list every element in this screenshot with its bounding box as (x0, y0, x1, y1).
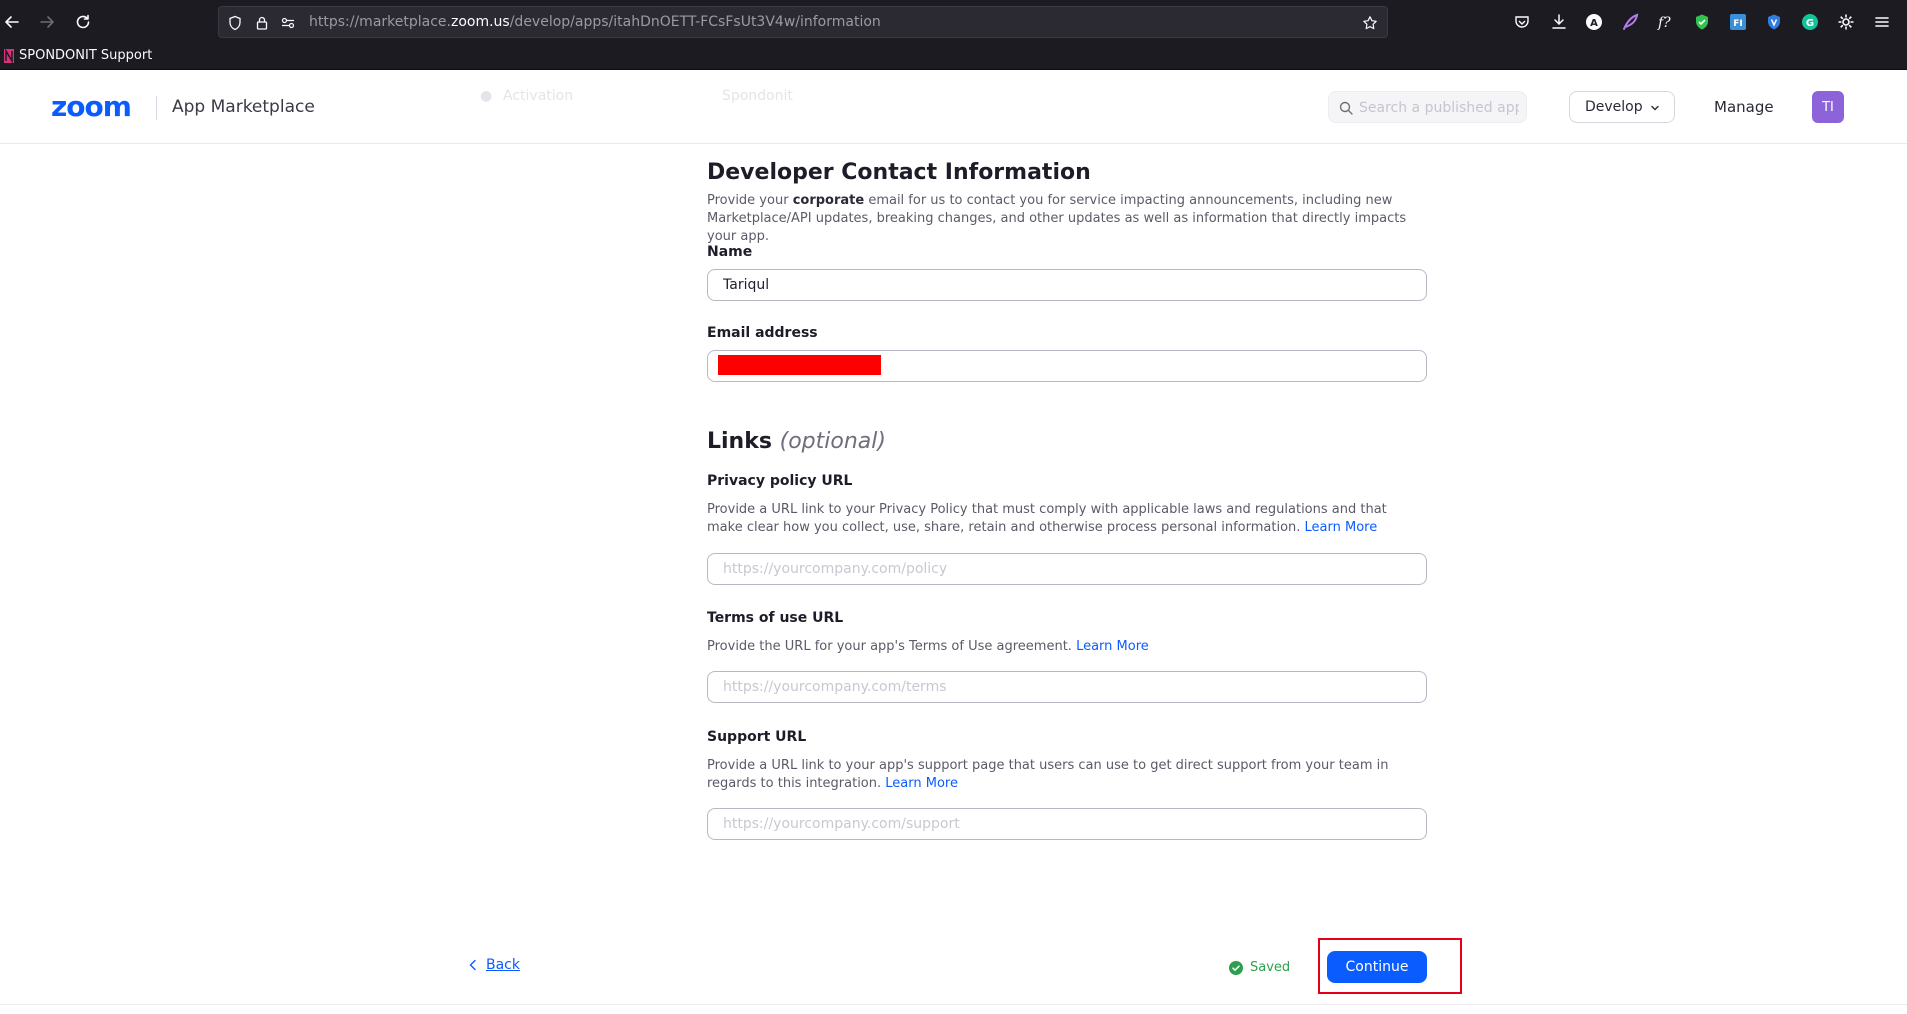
support-learn-more-link[interactable]: Learn More (885, 776, 958, 791)
svg-text:G: G (1806, 18, 1814, 29)
terms-of-use-label: Terms of use URL (707, 610, 844, 626)
search-input[interactable] (1359, 97, 1519, 119)
permissions-icon[interactable] (280, 15, 296, 31)
forward-arrow-icon[interactable] (37, 12, 57, 32)
bookmark-favicon-icon[interactable] (4, 49, 14, 63)
bookmark-star-icon[interactable] (1362, 15, 1378, 31)
manage-link[interactable]: Manage (1714, 98, 1774, 116)
back-label: Back (486, 957, 520, 973)
footer-divider (0, 1004, 1907, 1005)
contact-description: Provide your corporate email for us to c… (707, 193, 1407, 244)
search-icon (1339, 101, 1353, 115)
ghost-step-spondonit: Spondonit (722, 88, 793, 104)
app-marketplace-title[interactable]: App Marketplace (172, 97, 315, 117)
url-text[interactable]: https://marketplace.zoom.us/develop/apps… (309, 14, 881, 30)
svg-text:A: A (1590, 18, 1598, 29)
user-avatar[interactable]: TI (1812, 91, 1844, 123)
privacy-policy-description: Provide a URL link to your Privacy Polic… (707, 502, 1387, 535)
chevron-left-icon (469, 959, 476, 971)
email-redaction (718, 355, 881, 375)
address-bar[interactable]: https://marketplace.zoom.us/develop/apps… (218, 6, 1388, 38)
browser-toolbar: https://marketplace.zoom.us/develop/apps… (0, 0, 1907, 43)
terms-of-use-description: Provide the URL for your app's Terms of … (707, 639, 1149, 654)
links-section-title: Links (optional) (707, 429, 886, 454)
header-divider (156, 96, 157, 120)
saved-label: Saved (1250, 960, 1291, 975)
svg-text:f?: f? (1657, 15, 1671, 31)
develop-label: Develop (1585, 99, 1643, 115)
develop-dropdown[interactable]: Develop (1569, 91, 1675, 123)
terms-of-use-input[interactable] (707, 671, 1427, 703)
privacy-policy-label: Privacy policy URL (707, 473, 853, 489)
ghost-step-check-icon: ● (480, 88, 493, 104)
support-url-input[interactable] (707, 808, 1427, 840)
tracking-shield-icon[interactable] (227, 15, 243, 31)
marketplace-search[interactable] (1328, 91, 1527, 123)
support-url-description: Provide a URL link to your app's support… (707, 758, 1389, 791)
email-label: Email address (707, 325, 818, 341)
download-icon[interactable] (1549, 12, 1569, 32)
privacy-learn-more-link[interactable]: Learn More (1305, 520, 1378, 535)
chevron-down-icon (1651, 105, 1659, 111)
pocket-icon[interactable] (1512, 12, 1532, 32)
ghost-step-activation: Activation (503, 88, 574, 104)
shield-check-icon[interactable] (1692, 12, 1712, 32)
privacy-policy-input[interactable] (707, 553, 1427, 585)
app-header: zoom App Marketplace ● Activation Spondo… (0, 70, 1907, 144)
back-link[interactable]: Back (468, 957, 520, 973)
bookmarks-bar: SPONDONIT Support (0, 43, 1907, 70)
feather-icon[interactable] (1620, 12, 1640, 32)
name-input[interactable] (707, 269, 1427, 301)
formula-icon[interactable]: f? (1656, 12, 1676, 32)
support-url-label: Support URL (707, 729, 807, 745)
lock-icon[interactable] (254, 15, 270, 31)
name-label: Name (707, 244, 753, 260)
contact-section-title: Developer Contact Information (707, 160, 1091, 185)
reload-icon[interactable] (73, 12, 93, 32)
grammarly-icon[interactable]: G (1800, 12, 1820, 32)
fi-extension-icon[interactable]: FI (1728, 12, 1748, 32)
terms-learn-more-link[interactable]: Learn More (1076, 639, 1149, 654)
svg-text:FI: FI (1733, 19, 1743, 29)
continue-button[interactable]: Continue (1327, 951, 1427, 983)
saved-status: Saved (1229, 960, 1290, 975)
optional-tag: (optional) (779, 429, 886, 454)
account-icon[interactable]: A (1584, 12, 1604, 32)
check-circle-icon (1229, 960, 1243, 975)
settings-gear-icon[interactable] (1836, 12, 1856, 32)
hamburger-menu-icon[interactable] (1872, 12, 1892, 32)
back-arrow-icon[interactable] (2, 12, 22, 32)
vpn-shield-icon[interactable] (1764, 12, 1784, 32)
bookmark-spondonit-support[interactable]: SPONDONIT Support (19, 48, 152, 63)
zoom-logo[interactable]: zoom (51, 90, 132, 123)
